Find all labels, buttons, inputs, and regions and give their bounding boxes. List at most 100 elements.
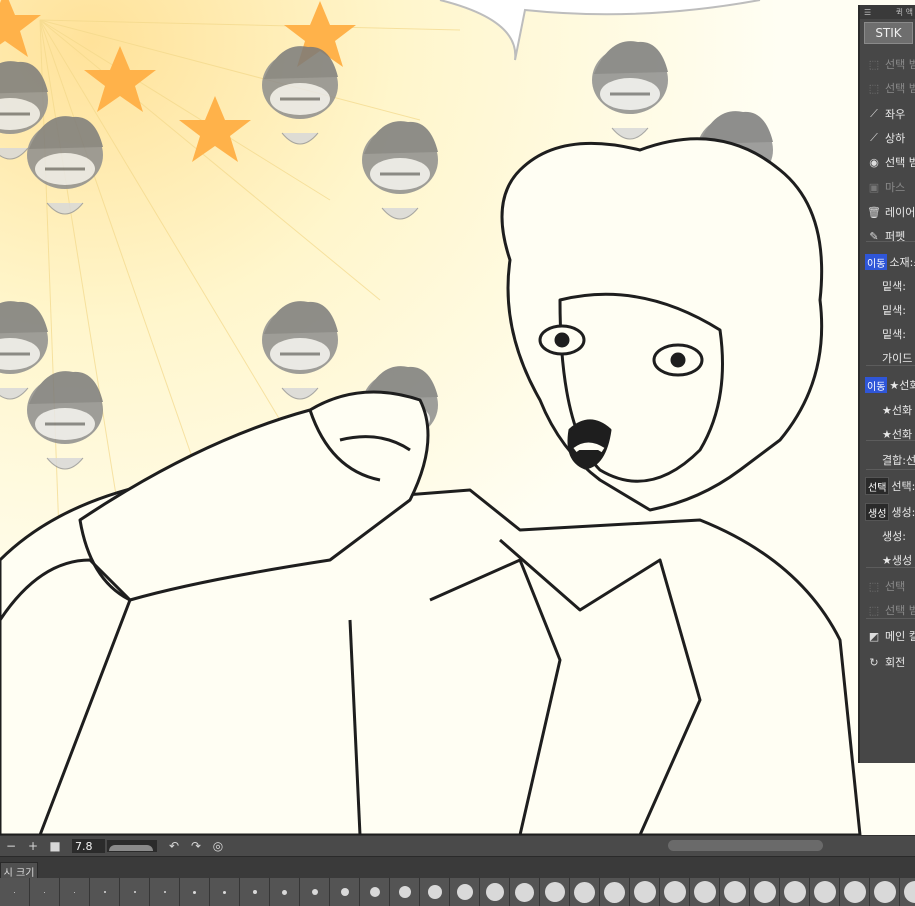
horizontal-scrollbar[interactable] xyxy=(668,840,823,851)
quick-access-item[interactable]: 이동 ★선화 xyxy=(860,374,915,396)
quick-access-item[interactable]: ⬚ 선택 범 xyxy=(860,53,915,75)
quick-access-item-label: 상하 xyxy=(885,132,906,145)
quick-access-item[interactable]: 밑색: xyxy=(860,323,915,345)
brush-size-preset[interactable] xyxy=(690,878,720,906)
brush-size-preset[interactable] xyxy=(870,878,900,906)
quick-access-item[interactable]: 이동소재:소 xyxy=(860,251,915,273)
brush-dot-icon xyxy=(311,889,318,895)
brush-size-preset[interactable] xyxy=(180,878,210,906)
brush-dot-icon xyxy=(282,889,287,895)
brush-size-preset[interactable] xyxy=(150,878,180,906)
brush-dot-icon xyxy=(663,881,686,903)
brush-size-preset[interactable] xyxy=(810,878,840,906)
quick-access-item[interactable]: ⟋ 상하 xyxy=(860,127,915,149)
brush-size-preset[interactable] xyxy=(30,878,60,906)
quick-access-item-label: 결합:선 xyxy=(882,454,915,467)
quick-access-header[interactable]: ☰ 퀵 액 xyxy=(860,5,915,19)
brush-dot-icon xyxy=(14,891,15,893)
quick-access-item[interactable]: ↻ 회전 xyxy=(860,651,915,673)
brush-size-preset[interactable] xyxy=(270,878,300,906)
rotate-right-icon[interactable]: ↷ xyxy=(185,839,207,853)
quick-access-item-label: 생성: xyxy=(882,530,906,543)
brush-size-preset[interactable] xyxy=(480,878,510,906)
quick-access-item[interactable]: 생성: xyxy=(860,525,915,547)
reset-rotation-icon[interactable]: ◎ xyxy=(207,839,229,853)
flip-vertical-icon: ⟋ xyxy=(870,131,878,144)
quick-access-item[interactable]: ⬚ 선택 범 xyxy=(860,77,915,99)
brush-size-preset[interactable] xyxy=(120,878,150,906)
brush-dot-icon xyxy=(574,881,595,903)
marquee-icon: ⬚ xyxy=(868,81,880,95)
quick-access-item-label: 마스 xyxy=(885,181,906,194)
quick-access-item[interactable]: ⟋ 좌우 xyxy=(860,103,915,125)
brush-size-preset[interactable] xyxy=(720,878,750,906)
rotate-left-icon[interactable]: ↶ xyxy=(163,839,185,853)
brush-size-preset[interactable] xyxy=(510,878,540,906)
brush-dot-icon xyxy=(843,881,866,903)
brush-size-preset[interactable] xyxy=(240,878,270,906)
quick-access-item-label: 선택 xyxy=(885,580,906,593)
panel-menu-icon[interactable]: ☰ xyxy=(864,8,871,17)
brush-size-preset[interactable] xyxy=(60,878,90,906)
quick-access-item[interactable]: ◉ 선택 범 xyxy=(860,151,915,173)
brush-dot-icon xyxy=(340,888,349,896)
brush-size-preset[interactable] xyxy=(90,878,120,906)
brush-size-preset[interactable] xyxy=(0,878,30,906)
quick-access-item[interactable]: 밑색: xyxy=(860,275,915,297)
brush-size-preset[interactable] xyxy=(630,878,660,906)
brush-size-preset[interactable] xyxy=(600,878,630,906)
quick-access-title: 퀵 액 xyxy=(895,7,913,17)
quick-access-item[interactable]: 밑색: xyxy=(860,299,915,321)
brush-size-preset[interactable] xyxy=(420,878,450,906)
quick-access-tag: 이동 xyxy=(865,254,888,270)
quick-access-item[interactable]: ⬚ 선택 xyxy=(860,575,915,597)
quick-access-divider xyxy=(866,365,915,366)
brush-size-header: 시 크기 xyxy=(0,856,915,880)
brush-size-preset[interactable] xyxy=(210,878,240,906)
brush-dot-icon xyxy=(252,890,257,894)
brush-size-preset[interactable] xyxy=(300,878,330,906)
quick-access-item[interactable]: ✎ 퍼펫 xyxy=(860,225,915,247)
brush-size-preset[interactable] xyxy=(660,878,690,906)
brush-size-preset[interactable] xyxy=(360,878,390,906)
brush-dot-icon xyxy=(485,883,504,901)
brush-size-preset[interactable] xyxy=(750,878,780,906)
brush-dot-icon xyxy=(74,891,75,893)
rotate-icon: ↻ xyxy=(869,655,879,669)
quick-access-item[interactable]: 선택선택:관 xyxy=(860,475,915,497)
zoom-in-button[interactable]: + xyxy=(22,839,44,853)
quick-access-item[interactable]: ▣ 마스 xyxy=(860,176,915,198)
fit-view-icon[interactable]: ■ xyxy=(44,839,66,853)
brush-dot-icon xyxy=(693,881,716,903)
zoom-out-button[interactable]: − xyxy=(0,839,22,853)
brush-size-preset[interactable] xyxy=(900,878,915,906)
drawing-canvas[interactable] xyxy=(0,0,915,835)
trash-icon: 🗑 xyxy=(867,205,881,219)
brush-size-preset[interactable] xyxy=(780,878,810,906)
brush-size-preset[interactable] xyxy=(840,878,870,906)
quick-access-item[interactable]: 🗑 레이어 xyxy=(860,201,915,223)
zoom-slider[interactable] xyxy=(107,840,157,852)
quick-access-set-selector[interactable]: STIK xyxy=(864,22,913,44)
brush-size-preset[interactable] xyxy=(540,878,570,906)
quick-access-item-label: ★선화 xyxy=(882,404,913,417)
brush-dot-icon xyxy=(604,881,625,903)
quick-access-item[interactable]: ◩ 메인 컬 xyxy=(860,625,915,647)
brush-dot-icon xyxy=(133,891,136,893)
color-swap-icon: ◩ xyxy=(868,629,880,643)
quick-access-item[interactable]: 생성 생성: xyxy=(860,501,915,523)
brush-dot-icon xyxy=(903,881,915,903)
quick-access-item[interactable]: 결합:선 xyxy=(860,449,915,471)
brush-size-preset[interactable] xyxy=(570,878,600,906)
quick-access-item-label: 선택 범 xyxy=(885,604,915,617)
brush-dot-icon xyxy=(193,890,196,894)
quick-access-item-label: 생성: xyxy=(891,506,915,519)
brush-dot-icon xyxy=(723,881,746,903)
zoom-value-field[interactable]: 7.8 xyxy=(72,839,105,853)
brush-size-preset[interactable] xyxy=(450,878,480,906)
quick-access-item[interactable]: ★선화 xyxy=(860,399,915,421)
brush-dot-icon xyxy=(544,882,565,902)
quick-access-item[interactable]: ★선화 xyxy=(860,423,915,445)
brush-size-preset[interactable] xyxy=(390,878,420,906)
brush-size-preset[interactable] xyxy=(330,878,360,906)
